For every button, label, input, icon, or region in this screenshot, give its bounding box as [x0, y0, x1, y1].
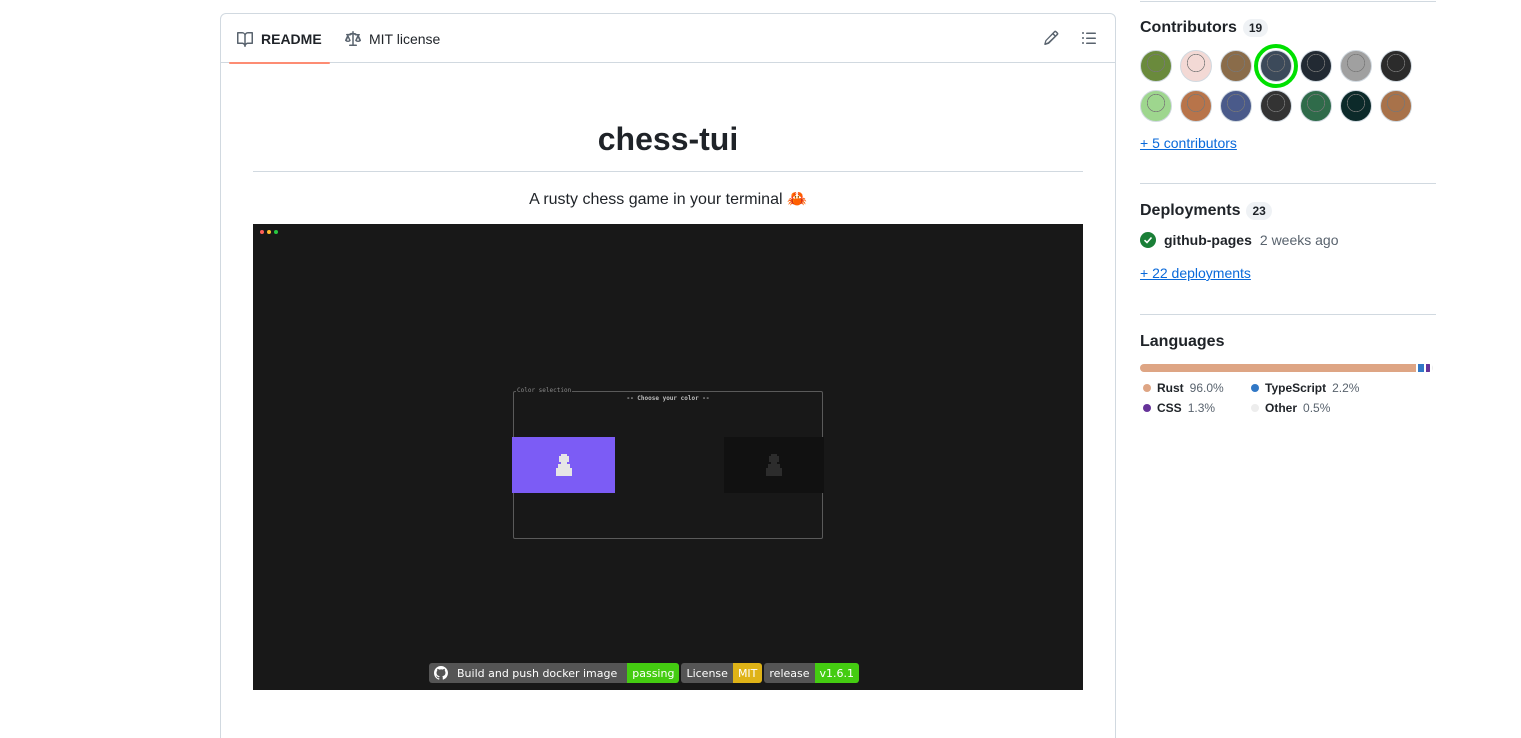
release-badge[interactable]: release v1.6.1	[764, 663, 860, 683]
contributors-section: Contributors 19 + 5 contributors	[1140, 19, 1436, 153]
languages-title: Languages	[1140, 333, 1225, 350]
contributor-avatar[interactable]	[1140, 50, 1172, 82]
deployments-heading[interactable]: Deployments 23	[1140, 202, 1436, 220]
contributors-count: 19	[1242, 19, 1269, 37]
contributor-avatar[interactable]	[1220, 90, 1252, 122]
sidebar-divider	[1140, 1, 1436, 2]
edit-file-button[interactable]	[1039, 26, 1063, 50]
language-name: CSS	[1157, 401, 1182, 415]
contributor-avatar[interactable]	[1140, 90, 1172, 122]
contributor-avatar[interactable]	[1220, 50, 1252, 82]
language-bar-segment	[1431, 364, 1433, 372]
license-badge-value: MIT	[732, 663, 763, 683]
language-item[interactable]: Other 0.5%	[1248, 401, 1378, 415]
build-badge-label-wrap: Build and push docker image	[429, 663, 628, 683]
readme-header: README MIT license	[221, 14, 1115, 64]
white-pawn-option	[512, 437, 615, 493]
language-name: TypeScript	[1265, 381, 1327, 395]
tab-license-label: MIT license	[369, 30, 441, 47]
close-dot-icon	[260, 230, 264, 234]
release-badge-label: release	[764, 663, 815, 683]
sidebar-divider	[1140, 183, 1436, 184]
law-icon	[345, 30, 361, 46]
language-name: Rust	[1157, 381, 1184, 395]
language-item[interactable]: CSS 1.3%	[1140, 401, 1248, 415]
readme-body: chess-tui A rusty chess game in your ter…	[253, 63, 1083, 690]
contributor-avatar[interactable]	[1180, 50, 1212, 82]
language-percent: 1.3%	[1187, 401, 1216, 415]
languages-section: Languages Rust 96.0% TypeScript 2.2% CSS 1.3%…	[1140, 333, 1436, 415]
language-name: Other	[1265, 401, 1298, 415]
contributors-avatars	[1140, 44, 1436, 122]
build-badge[interactable]: Build and push docker image passing	[429, 663, 680, 683]
contributor-avatar[interactable]	[1300, 50, 1332, 82]
build-badge-value: passing	[627, 663, 680, 683]
languages-bar	[1140, 364, 1433, 372]
pawn-icon	[766, 454, 782, 476]
badges-row: Build and push docker image passing Lice…	[429, 663, 860, 683]
language-bar-segment	[1425, 364, 1430, 372]
more-deployments-link[interactable]: + 22 deployments	[1140, 265, 1251, 281]
readme-subtitle: A rusty chess game in your terminal 🦀	[529, 191, 807, 208]
license-badge[interactable]: License MIT	[681, 663, 763, 683]
language-percent: 2.2%	[1332, 381, 1360, 395]
language-dot-icon	[1251, 384, 1259, 392]
deployment-time: 2 weeks ago	[1259, 232, 1339, 248]
language-dot-icon	[1251, 404, 1259, 412]
language-item[interactable]: Rust 96.0%	[1140, 381, 1248, 395]
minimize-dot-icon	[267, 230, 271, 234]
sidebar-divider	[1140, 314, 1436, 315]
tab-license[interactable]: MIT license	[341, 14, 444, 63]
deployments-count: 23	[1246, 202, 1272, 220]
language-dot-icon	[1143, 384, 1151, 392]
contributor-avatar[interactable]	[1254, 44, 1298, 88]
tab-readme-label: README	[261, 30, 322, 47]
deployments-section: Deployments 23 github-pages 2 weeks ago …	[1140, 202, 1436, 283]
contributor-avatar[interactable]	[1340, 50, 1372, 82]
more-contributors-link[interactable]: + 5 contributors	[1140, 135, 1237, 151]
contributor-avatar[interactable]	[1340, 90, 1372, 122]
readme-panel: README MIT license chess-tui A rusty che…	[220, 13, 1116, 738]
deployment-name-link[interactable]: github-pages	[1164, 232, 1252, 248]
build-badge-label: Build and push docker image	[457, 666, 618, 680]
license-badge-label: License	[681, 663, 733, 683]
readme-title: chess-tui	[253, 119, 1083, 172]
contributor-avatar[interactable]	[1380, 90, 1412, 122]
language-bar-segment	[1417, 364, 1424, 372]
language-percent: 0.5%	[1303, 401, 1331, 415]
deployments-title: Deployments	[1140, 202, 1241, 219]
github-icon	[434, 666, 448, 680]
outline-button[interactable]	[1077, 26, 1101, 50]
choose-color-heading: -- Choose your color --	[626, 395, 710, 402]
language-percent: 96.0%	[1189, 381, 1224, 395]
contributor-avatar[interactable]	[1300, 90, 1332, 122]
language-dot-icon	[1143, 404, 1151, 412]
color-selection-box: Color selection -- Choose your color --	[512, 387, 824, 539]
list-unordered-icon	[1082, 32, 1096, 44]
black-pawn-option	[724, 437, 824, 493]
languages-list: Rust 96.0% TypeScript 2.2% CSS 1.3% Other 0.5%	[1140, 381, 1436, 415]
contributors-heading[interactable]: Contributors 19	[1140, 19, 1436, 37]
languages-heading: Languages	[1140, 333, 1436, 351]
check-circle-icon	[1140, 232, 1156, 248]
contributor-avatar[interactable]	[1180, 90, 1212, 122]
terminal-screenshot[interactable]: Color selection -- Choose your color --	[253, 224, 1083, 690]
language-bar-segment	[1140, 364, 1416, 372]
contributor-avatar[interactable]	[1260, 90, 1292, 122]
maximize-dot-icon	[274, 230, 278, 234]
deployment-item: github-pages 2 weeks ago	[1140, 232, 1436, 248]
book-icon	[237, 31, 253, 47]
color-selection-label: Color selection	[516, 387, 573, 394]
language-item[interactable]: TypeScript 2.2%	[1248, 381, 1378, 395]
contributors-title: Contributors	[1140, 19, 1237, 36]
pawn-icon	[555, 454, 572, 476]
tab-readme[interactable]: README	[229, 14, 330, 64]
contributor-avatar[interactable]	[1380, 50, 1412, 82]
pencil-icon	[1044, 30, 1059, 46]
release-badge-value: v1.6.1	[814, 663, 860, 683]
